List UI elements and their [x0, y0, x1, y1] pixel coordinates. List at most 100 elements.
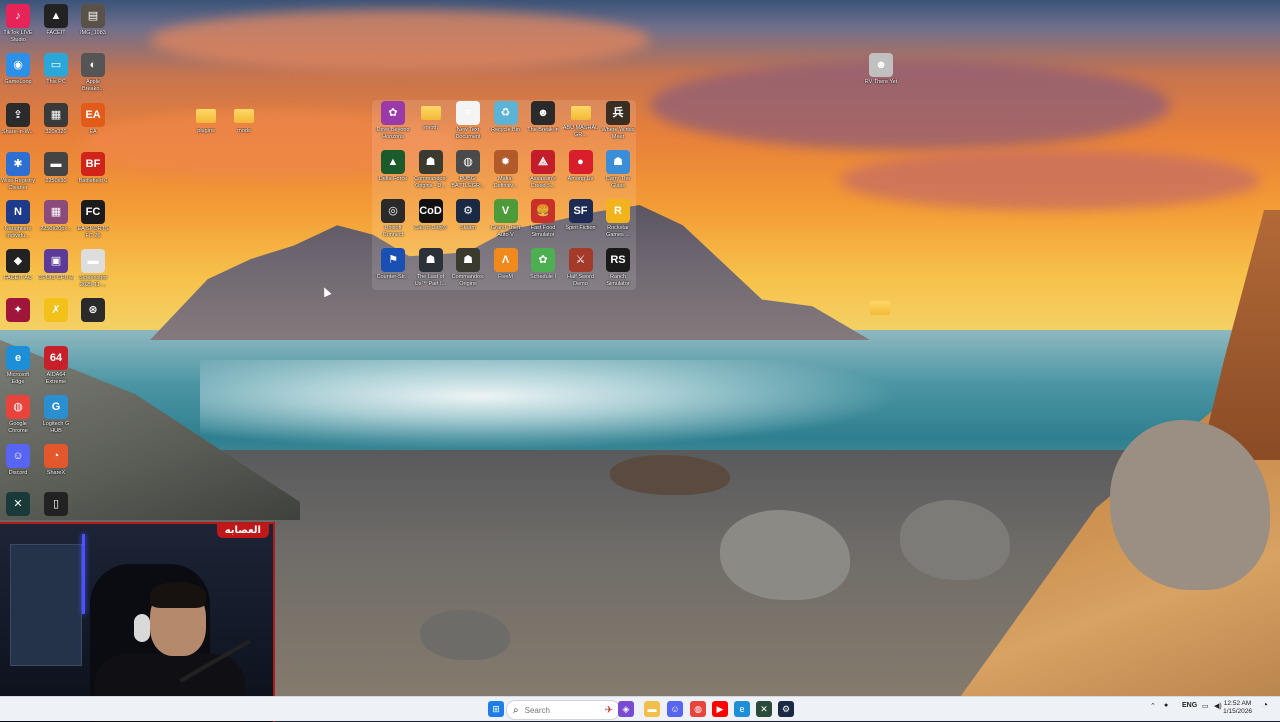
- this-pc-icon: ▭: [44, 53, 68, 77]
- volume-icon[interactable]: ◀): [1214, 702, 1222, 710]
- desktop-icon[interactable]: ☻ The Break-in: [525, 101, 561, 141]
- desktop-icon[interactable]: 兵 Where Winds Meet: [600, 101, 636, 141]
- desktop-icon[interactable]: ⇪ Share-in-W...: [0, 103, 36, 143]
- desktop-icon-label: PUBG: BATTLEGR...: [451, 176, 485, 189]
- openai-icon: ⊛: [81, 298, 105, 322]
- taskbar-edge[interactable]: e: [734, 701, 750, 717]
- desktop-icon[interactable]: FC EA SPORTS FC 26: [75, 200, 111, 240]
- desktop-icon[interactable]: ⚔ Half Sword Demo: [563, 248, 599, 288]
- desktop-icon[interactable]: ▤ IMG_1083: [75, 4, 111, 44]
- desktop-icon[interactable]: ✿ Schedule I: [525, 248, 561, 288]
- taskbar-clock[interactable]: 12:52 AM 1/15/2026: [1223, 700, 1252, 716]
- desktop-icon-label: Apple Breako...: [81, 79, 104, 92]
- start-button[interactable]: ⊞: [488, 701, 504, 717]
- game-icon: ✦: [6, 298, 30, 322]
- desktop-icon[interactable]: ▲ Delta Force: [375, 150, 411, 190]
- desktop-icon-label: Rockstar Games ...: [606, 225, 630, 238]
- desktop-icon-label: 320x320: [45, 129, 67, 135]
- desktop-icon[interactable]: ☗ The Last of Us™ Part I...: [413, 248, 449, 288]
- notification-bell-icon[interactable]: ◔: [1262, 700, 1268, 711]
- desktop-icon[interactable]: Λ FiveM: [488, 248, 524, 288]
- desktop-icon[interactable]: plugins: [188, 104, 224, 142]
- desktop-icon[interactable]: ✿ Drive Beyond Horizons: [375, 101, 411, 141]
- desktop-icon[interactable]: ◎ Ubisoft Connect: [375, 199, 411, 239]
- desktop-icon[interactable]: ♪ TikTok LIVE Studio: [0, 4, 36, 44]
- cpu-z-icon: ▣: [44, 249, 68, 273]
- desktop-icon[interactable]: ✹ Mafia: Definitiv...: [488, 150, 524, 190]
- desktop-icon[interactable]: ▬ Screenshot 2025-11-...: [75, 249, 111, 289]
- desktop-icon[interactable]: ☺ Discord: [0, 444, 36, 484]
- desktop-icon[interactable]: ⊛: [75, 298, 111, 338]
- desktop-icon[interactable]: ✦: [0, 298, 36, 338]
- desktop-icon[interactable]: ⚑ Counter-Str...: [375, 248, 411, 288]
- desktop-icon[interactable]: ◆ FACEIT AC: [0, 249, 36, 289]
- desktop-icon[interactable]: SF Spirit Fiction: [563, 199, 599, 239]
- taskbar-discord[interactable]: ☺: [667, 701, 683, 717]
- desktop-icon[interactable]: ● Among Us: [563, 150, 599, 190]
- microphone-icon[interactable]: ●: [1164, 702, 1168, 709]
- desktop-icon[interactable]: ▣ CPUID CPU-Z: [38, 249, 74, 289]
- desktop-icon[interactable]: ✗: [38, 298, 74, 338]
- taskbar-youtube[interactable]: ▶: [712, 701, 728, 717]
- taskbar-search[interactable]: ⌕ ✈: [506, 700, 620, 720]
- folder-icon: [570, 106, 591, 120]
- desktop-icon-label: Google Chrome: [8, 421, 28, 434]
- taskbar-game[interactable]: ◈: [618, 701, 634, 717]
- chevron-up-icon[interactable]: ⌃: [1150, 702, 1156, 710]
- desktop-icon[interactable]: R Rockstar Games ...: [600, 199, 636, 239]
- desktop-icon[interactable]: ≡ New Text Document: [450, 101, 486, 141]
- taskbar-chrome[interactable]: ◍: [690, 701, 706, 717]
- search-input[interactable]: [522, 704, 587, 716]
- desktop-icon[interactable]: ⟁ Assassin's Creed S...: [525, 150, 561, 190]
- taskbar-file-explorer[interactable]: ▬: [644, 701, 660, 717]
- taskbar-steam[interactable]: ⚙: [778, 701, 794, 717]
- desktop-icon-label: Ubisoft Connect: [382, 225, 404, 238]
- desktop-icon[interactable]: ◍ PUBG: BATTLEGR...: [450, 150, 486, 190]
- image-icon: ▦: [44, 103, 68, 127]
- desktop-icon[interactable]: ▦ 320x320: [38, 103, 74, 143]
- desktop-icon[interactable]: ☗ Commandos: Origins - D...: [413, 150, 449, 190]
- desktop-icon[interactable]: ABU MASHAL GR...: [563, 101, 599, 139]
- desktop-icon[interactable]: ▲ FACEIT: [38, 4, 74, 44]
- steam-icon: ⚙: [456, 199, 480, 223]
- desktop-icon[interactable]: 🍔 Fast Food Simulator: [525, 199, 561, 239]
- desktop-icon[interactable]: ◍ Google Chrome: [0, 395, 36, 435]
- desktop-icon[interactable]: EA EA: [75, 103, 111, 143]
- desktop-icon[interactable]: ◉ GameLoop: [0, 53, 36, 93]
- network-icon[interactable]: ▭: [1202, 702, 1209, 710]
- desktop-icon[interactable]: RS Ranch Simulator: [600, 248, 636, 288]
- desktop-icon[interactable]: ☗ Commandos: Origins: [450, 248, 486, 288]
- desktop-icon[interactable]: ☻ RV There Yet: [863, 53, 899, 93]
- desktop-icon[interactable]: N Naughtiers Individu...: [0, 200, 36, 240]
- desktop-icon[interactable]: BF Battlefield 6: [75, 152, 111, 192]
- desktop-icon[interactable]: G Logitech G HUB: [38, 395, 74, 435]
- desktop-icon[interactable]: ⚙ Steam: [450, 199, 486, 239]
- discord-icon: ☺: [6, 444, 30, 468]
- chrome-icon: ◍: [694, 703, 702, 714]
- desktop-icon[interactable]: ✱ Wise Registry Cleaner: [0, 152, 36, 192]
- taskbar-terminal[interactable]: ✕: [756, 701, 772, 717]
- desktop-icon-label: New Text Document: [455, 127, 481, 140]
- desktop-icon[interactable]: V Grand Theft Auto V: [488, 199, 524, 239]
- desktop-icon[interactable]: ▬ 2250x90: [38, 152, 74, 192]
- desktop-icon[interactable]: mods: [226, 104, 262, 142]
- desktop-icon-label: smoth: [423, 125, 438, 131]
- desktop-icon[interactable]: ▦ 2250x20px...: [38, 200, 74, 240]
- desktop-icon-label: CPUID CPU-Z: [38, 275, 74, 281]
- desktop-icon[interactable]: ◐ Apple Breako...: [75, 53, 111, 93]
- ea-icon: EA: [81, 103, 105, 127]
- desktop-icon[interactable]: ◔ ShareX: [38, 444, 74, 484]
- desktop-icon[interactable]: ☗ Carry The Glass: [600, 150, 636, 190]
- desktop-icon-label: EA: [89, 129, 97, 135]
- desktop-icon-label: AIDA64 Extreme: [45, 372, 67, 385]
- desktop-icon[interactable]: CoD Call of Duty®: [413, 199, 449, 239]
- desktop-icon[interactable]: ▭ This PC: [38, 53, 74, 93]
- sharex-icon: ◔: [44, 444, 68, 468]
- desktop-icon[interactable]: e Microsoft Edge: [0, 346, 36, 386]
- language-indicator[interactable]: ENG: [1182, 702, 1197, 709]
- desktop-icon[interactable]: smoth: [413, 101, 449, 139]
- desktop-icon[interactable]: ♻ Recycle Bin: [488, 101, 524, 141]
- search-highlight-icon: ✈: [604, 704, 613, 716]
- desktop-icon[interactable]: 64 AIDA64 Extreme: [38, 346, 74, 386]
- desktop-icon[interactable]: [862, 296, 898, 334]
